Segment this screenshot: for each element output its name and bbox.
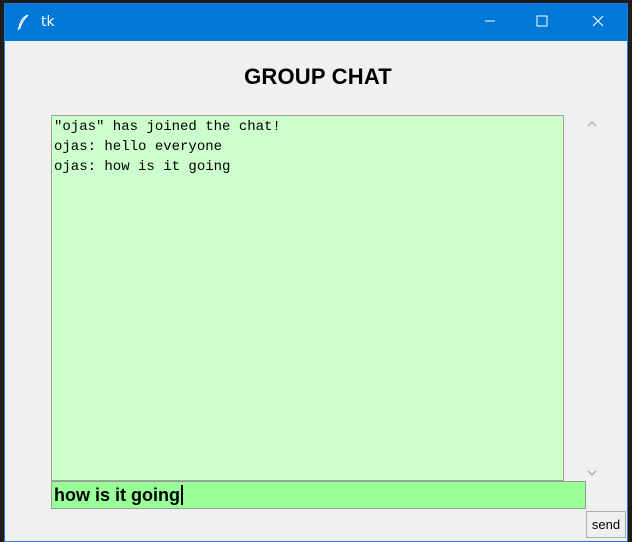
message-input[interactable]: how is it going xyxy=(51,481,586,509)
title-bar[interactable]: tk xyxy=(5,4,627,41)
scroll-down-button[interactable] xyxy=(583,464,600,481)
minimize-icon xyxy=(484,14,496,32)
scroll-track[interactable] xyxy=(589,132,594,464)
message-input-value: how is it going xyxy=(54,484,180,505)
chat-scrollbar[interactable] xyxy=(583,115,600,481)
chat-message: ojas: hello everyone xyxy=(54,139,223,155)
minimize-button[interactable] xyxy=(467,4,513,41)
close-button[interactable] xyxy=(575,4,621,41)
page-title: GROUP CHAT xyxy=(244,64,392,89)
app-window: tk GROUP CHAT "ojas" has joined the chat… xyxy=(4,3,628,542)
close-icon xyxy=(592,14,604,32)
text-caret xyxy=(180,485,183,505)
maximize-icon xyxy=(536,14,548,32)
window-title: tk xyxy=(41,14,55,30)
chevron-up-icon xyxy=(587,115,597,133)
chevron-down-icon xyxy=(587,464,597,482)
maximize-button[interactable] xyxy=(519,4,565,41)
feather-icon xyxy=(15,13,33,31)
scroll-up-button[interactable] xyxy=(583,115,600,132)
chat-message: ojas: how is it going xyxy=(54,159,231,175)
send-button[interactable]: send xyxy=(586,511,626,538)
chat-message: "ojas" has joined the chat! xyxy=(54,119,281,135)
chat-log[interactable]: "ojas" has joined the chat! ojas: hello … xyxy=(51,115,564,481)
